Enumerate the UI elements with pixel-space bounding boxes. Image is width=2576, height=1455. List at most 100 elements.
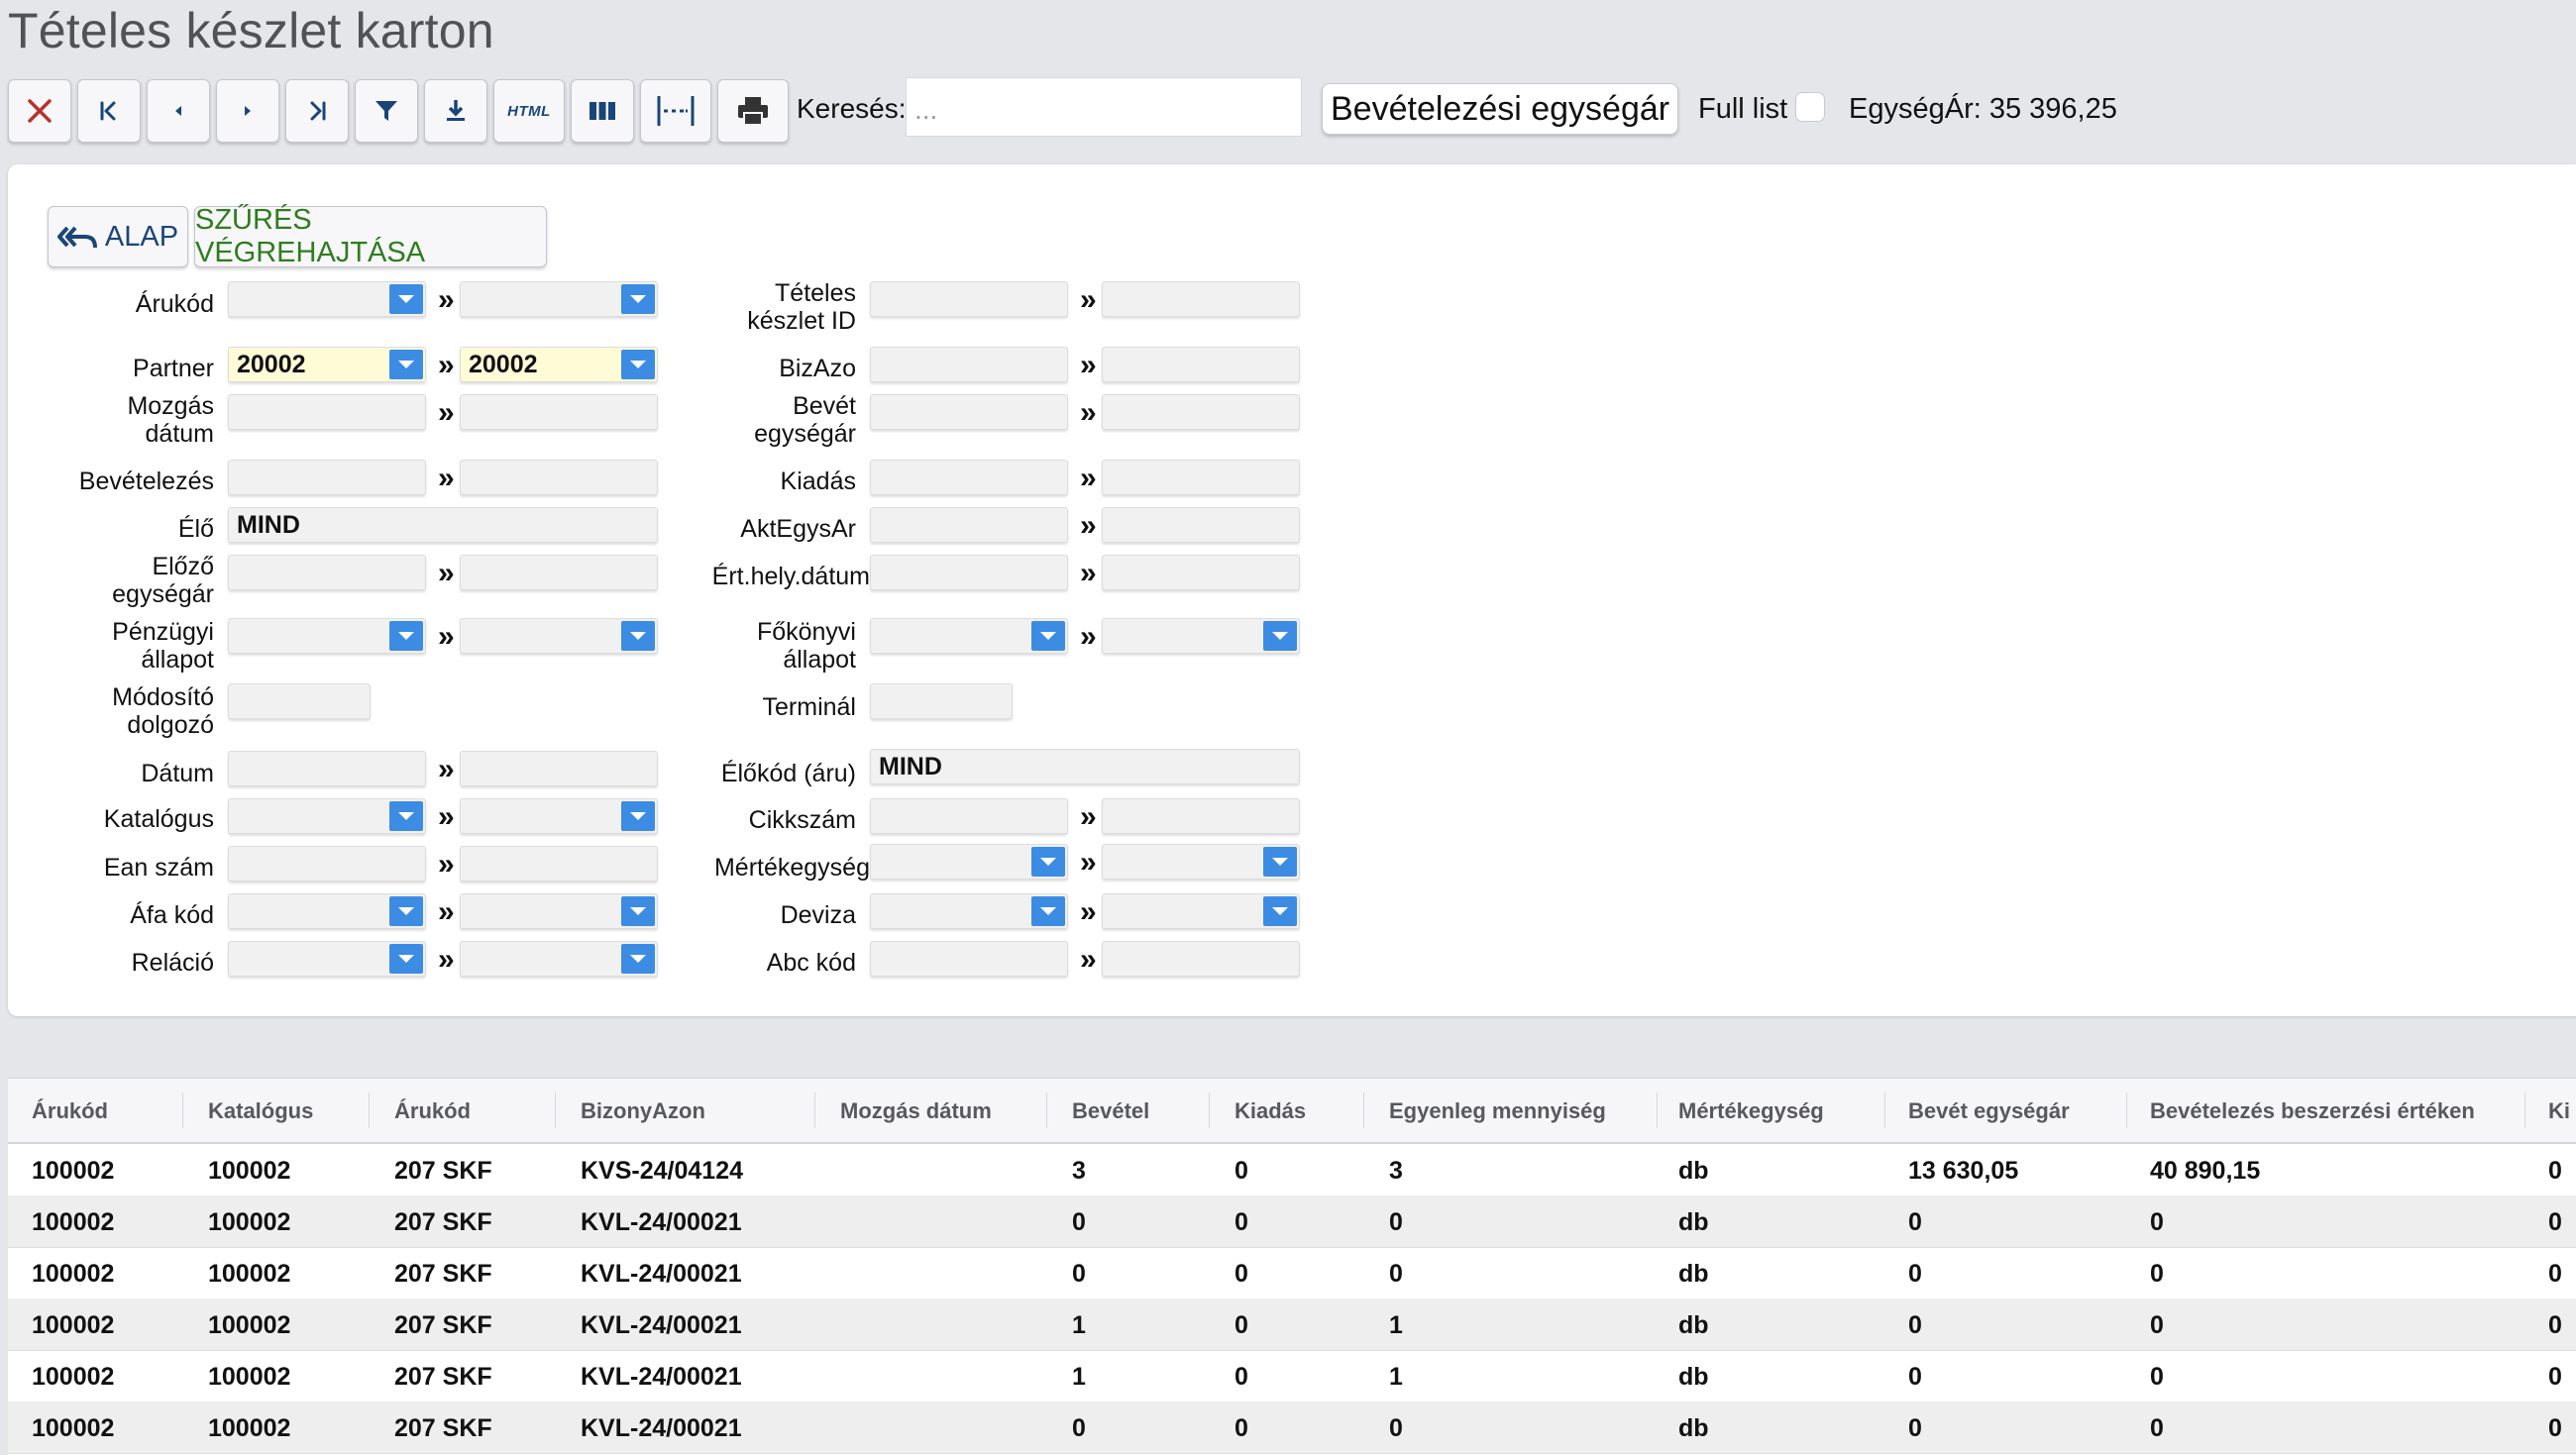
table-row[interactable]: 100002 100002 207 SKF KVL-24/00021 1 0 1… — [8, 1350, 2576, 1403]
datum-from[interactable] — [228, 751, 426, 786]
first-record-button[interactable] — [77, 79, 141, 143]
dropdown-arrow-icon[interactable] — [1031, 896, 1065, 926]
cell: 0 — [1234, 1157, 1248, 1185]
dropdown-arrow-icon[interactable] — [1031, 621, 1065, 651]
html-export-button[interactable]: HTML — [493, 79, 565, 143]
col-header-bizonyazon[interactable]: BizonyAzon — [581, 1098, 705, 1124]
last-record-button[interactable] — [285, 79, 349, 143]
cikkszam-from[interactable] — [870, 798, 1068, 834]
col-header-kiadas[interactable]: Kiadás — [1234, 1098, 1306, 1124]
price-field-select[interactable]: Bevételezési egységár — [1322, 83, 1678, 135]
fokonyvi-allapot-from[interactable] — [870, 618, 1068, 654]
execute-filter-button[interactable]: SZŰRÉS VÉGREHAJTÁSA — [194, 204, 547, 268]
mozgas-datum-from[interactable] — [228, 394, 426, 430]
dropdown-arrow-icon[interactable] — [1031, 847, 1065, 877]
partner-from[interactable]: 20002 — [228, 347, 426, 382]
filter-button[interactable] — [355, 79, 418, 143]
range-separator: » — [1080, 800, 1097, 833]
table-row[interactable]: 100002 100002 207 SKF KVS-24/04124 3 0 3… — [8, 1144, 2576, 1196]
search-input[interactable]: ... — [906, 77, 1302, 137]
elozo-egysegar-to[interactable] — [460, 555, 658, 590]
aktegysar-to[interactable] — [1102, 507, 1300, 543]
bevetelezes-from[interactable] — [228, 460, 426, 495]
teteles-keszlet-id-from[interactable] — [870, 281, 1068, 317]
partner-to[interactable]: 20002 — [460, 347, 658, 382]
ert-hely-datum-to[interactable] — [1102, 555, 1300, 590]
dropdown-arrow-icon[interactable] — [1263, 621, 1297, 651]
penzugyi-allapot-from[interactable] — [228, 618, 426, 654]
ean-szam-from[interactable] — [228, 846, 426, 882]
columns-button[interactable] — [571, 79, 634, 143]
datum-to[interactable] — [460, 751, 658, 786]
col-header-beszerzesi-ertek[interactable]: Bevételezés beszerzési értéken — [2150, 1098, 2475, 1124]
arukod-from[interactable] — [228, 281, 426, 317]
mertekegyseg-from[interactable] — [870, 844, 1068, 880]
col-header-arukod[interactable]: Árukód — [32, 1098, 108, 1124]
abc-kod-to[interactable] — [1102, 941, 1300, 977]
col-header-bevetel[interactable]: Bevétel — [1072, 1098, 1149, 1124]
col-header-ki[interactable]: Ki — [2548, 1098, 2570, 1124]
bizazo-from[interactable] — [870, 347, 1068, 382]
terminal-input[interactable] — [870, 683, 1013, 719]
dropdown-arrow-icon[interactable] — [389, 944, 423, 974]
dropdown-arrow-icon[interactable] — [389, 284, 423, 314]
bevet-egysegar-to[interactable] — [1102, 394, 1300, 430]
ean-szam-to[interactable] — [460, 846, 658, 882]
cell: 1 — [1389, 1363, 1403, 1391]
close-button[interactable] — [8, 79, 71, 143]
bizazo-to[interactable] — [1102, 347, 1300, 382]
relacio-from[interactable] — [228, 941, 426, 977]
col-header-mozgas-datum[interactable]: Mozgás dátum — [840, 1098, 992, 1124]
dropdown-arrow-icon[interactable] — [389, 801, 423, 831]
deviza-from[interactable] — [870, 893, 1068, 929]
abc-kod-from[interactable] — [870, 941, 1068, 977]
bevetelezes-to[interactable] — [460, 460, 658, 495]
cikkszam-to[interactable] — [1102, 798, 1300, 834]
col-header-arukod-2[interactable]: Árukód — [394, 1098, 471, 1124]
col-header-katalogus[interactable]: Katalógus — [208, 1098, 313, 1124]
dropdown-arrow-icon[interactable] — [1263, 896, 1297, 926]
full-list-checkbox[interactable] — [1795, 92, 1825, 122]
col-header-bevet-egysegar[interactable]: Bevét egységár — [1908, 1098, 2070, 1124]
cell: 0 — [1908, 1311, 1922, 1339]
arukod-to[interactable] — [460, 281, 658, 317]
relacio-to[interactable] — [460, 941, 658, 977]
deviza-to[interactable] — [1102, 893, 1300, 929]
table-row[interactable]: 100002 100002 207 SKF KVL-24/00021 0 0 0… — [8, 1247, 2576, 1299]
afa-kod-from[interactable] — [228, 893, 426, 929]
alap-button[interactable]: ALAP — [48, 206, 188, 267]
bevet-egysegar-from[interactable] — [870, 394, 1068, 430]
download-button[interactable] — [424, 79, 487, 143]
previous-record-button[interactable] — [147, 79, 210, 143]
katalogus-to[interactable] — [460, 798, 658, 834]
col-header-egyenleg-mennyiseg[interactable]: Egyenleg mennyiség — [1389, 1098, 1606, 1124]
col-header-mertekegyseg[interactable]: Mértékegység — [1678, 1098, 1824, 1124]
kiadas-from[interactable] — [870, 460, 1068, 495]
table-row[interactable]: 100002 100002 207 SKF KVL-24/00021 1 0 1… — [8, 1299, 2576, 1351]
elo-select[interactable]: MIND — [228, 507, 658, 543]
print-button[interactable] — [717, 79, 789, 143]
dropdown-arrow-icon[interactable] — [389, 350, 423, 379]
penzugyi-allapot-to[interactable] — [460, 618, 658, 654]
mertekegyseg-to[interactable] — [1102, 844, 1300, 880]
dropdown-arrow-icon[interactable] — [1263, 847, 1297, 877]
dropdown-arrow-icon[interactable] — [389, 896, 423, 926]
afa-kod-to[interactable] — [460, 893, 658, 929]
fokonyvi-allapot-to[interactable] — [1102, 618, 1300, 654]
modosito-dolgozo-input[interactable] — [228, 683, 371, 719]
ert-hely-datum-from[interactable] — [870, 555, 1068, 590]
elokod-aru-select[interactable]: MIND — [870, 749, 1300, 784]
table-row[interactable]: 100002 100002 207 SKF KVL-24/00021 0 0 0… — [8, 1195, 2576, 1248]
elozo-egysegar-from[interactable] — [228, 555, 426, 590]
next-record-button[interactable] — [216, 79, 279, 143]
katalogus-from[interactable] — [228, 798, 426, 834]
dropdown-arrow-icon[interactable] — [389, 621, 423, 651]
cell: 100002 — [208, 1414, 291, 1442]
aktegysar-from[interactable] — [870, 507, 1068, 543]
mozgas-datum-to[interactable] — [460, 394, 658, 430]
teteles-keszlet-id-to[interactable] — [1102, 281, 1300, 317]
download-icon — [447, 100, 465, 121]
kiadas-to[interactable] — [1102, 460, 1300, 495]
table-row[interactable]: 100002 100002 207 SKF KVL-24/00021 0 0 0… — [8, 1402, 2576, 1454]
column-width-button[interactable] — [640, 79, 711, 143]
